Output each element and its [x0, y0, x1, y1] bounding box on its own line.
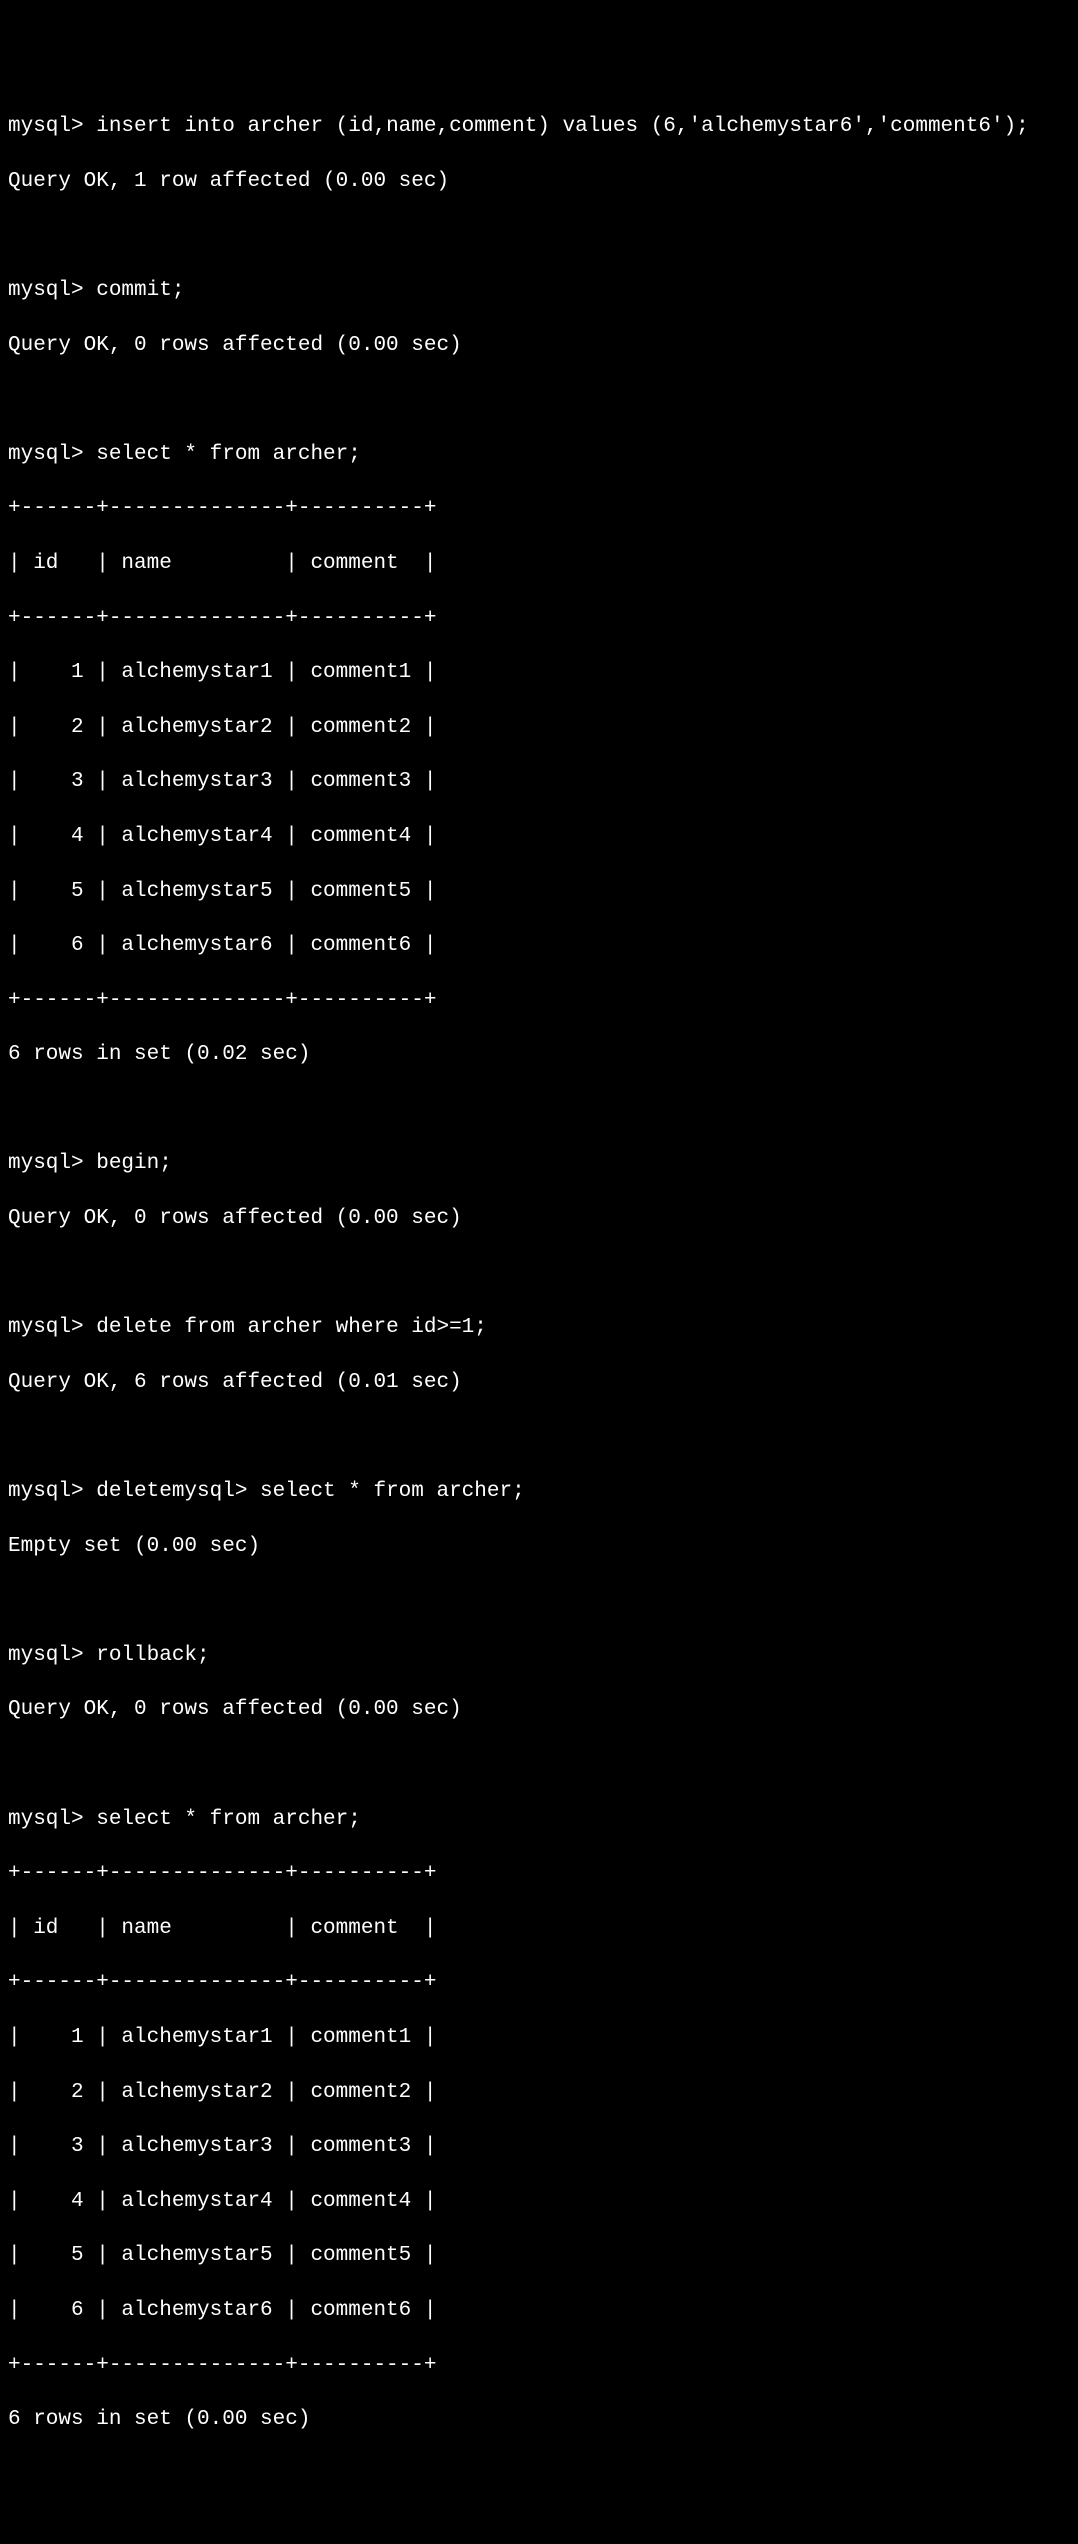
sql-command: select * from archer;	[96, 443, 361, 466]
table-border: +------+--------------+----------+	[8, 1969, 1070, 1996]
table-row: | 4 | alchemystar4 | comment4 |	[8, 2188, 1070, 2215]
mysql-prompt[interactable]: mysql>	[8, 443, 96, 466]
query-result: Query OK, 6 rows affected (0.01 sec)	[8, 1369, 1070, 1396]
table-row: | 4 | alchemystar4 | comment4 |	[8, 823, 1070, 850]
sql-command: delete from archer where id>=1;	[96, 1316, 487, 1339]
table-row: | 1 | alchemystar1 | comment1 |	[8, 659, 1070, 686]
mysql-prompt[interactable]: mysql>	[8, 279, 96, 302]
blank-line	[8, 222, 1070, 249]
terminal-line: mysql> begin;	[8, 1150, 1070, 1177]
rows-in-set: 6 rows in set (0.00 sec)	[8, 2406, 1070, 2433]
terminal-line: mysql> select * from archer;	[8, 1806, 1070, 1833]
table-header: | id | name | comment |	[8, 550, 1070, 577]
mysql-prompt[interactable]: mysql>	[8, 1316, 96, 1339]
table-row: | 5 | alchemystar5 | comment5 |	[8, 878, 1070, 905]
table-row: | 6 | alchemystar6 | comment6 |	[8, 2297, 1070, 2324]
table-border: +------+--------------+----------+	[8, 495, 1070, 522]
sql-command: insert into archer (id,name,comment) val…	[96, 115, 1029, 138]
mysql-prompt[interactable]: mysql>	[8, 1152, 96, 1175]
table-row: | 3 | alchemystar3 | comment3 |	[8, 768, 1070, 795]
sql-command: rollback;	[96, 1644, 209, 1667]
table-border: +------+--------------+----------+	[8, 605, 1070, 632]
sql-command: select * from archer;	[96, 1808, 361, 1831]
table-row: | 2 | alchemystar2 | comment2 |	[8, 2079, 1070, 2106]
mysql-prompt[interactable]: mysql>	[8, 115, 96, 138]
mysql-prompt[interactable]: mysql>	[8, 1480, 96, 1503]
query-result: Empty set (0.00 sec)	[8, 1533, 1070, 1560]
terminal-line: mysql> commit;	[8, 277, 1070, 304]
terminal-line: mysql> select * from archer;	[8, 441, 1070, 468]
query-result: Query OK, 1 row affected (0.00 sec)	[8, 168, 1070, 195]
terminal-line: mysql> rollback;	[8, 1642, 1070, 1669]
mysql-prompt[interactable]: mysql>	[8, 1644, 96, 1667]
blank-line	[8, 1751, 1070, 1778]
table-header: | id | name | comment |	[8, 1915, 1070, 1942]
query-result: Query OK, 0 rows affected (0.00 sec)	[8, 1205, 1070, 1232]
table-border: +------+--------------+----------+	[8, 987, 1070, 1014]
rows-in-set: 6 rows in set (0.02 sec)	[8, 1041, 1070, 1068]
terminal-line: mysql> delete from archer where id>=1;	[8, 1314, 1070, 1341]
table-border: +------+--------------+----------+	[8, 1860, 1070, 1887]
table-row: | 3 | alchemystar3 | comment3 |	[8, 2133, 1070, 2160]
blank-line	[8, 1423, 1070, 1450]
table-row: | 2 | alchemystar2 | comment2 |	[8, 714, 1070, 741]
query-result: Query OK, 0 rows affected (0.00 sec)	[8, 332, 1070, 359]
query-result: Query OK, 0 rows affected (0.00 sec)	[8, 1696, 1070, 1723]
blank-line	[8, 386, 1070, 413]
terminal-line: mysql> deletemysql> select * from archer…	[8, 1478, 1070, 1505]
blank-line	[8, 1587, 1070, 1614]
table-row: | 5 | alchemystar5 | comment5 |	[8, 2242, 1070, 2269]
sql-command: begin;	[96, 1152, 172, 1175]
mysql-prompt[interactable]: mysql>	[8, 1808, 96, 1831]
table-border: +------+--------------+----------+	[8, 2352, 1070, 2379]
blank-line	[8, 1096, 1070, 1123]
table-row: | 1 | alchemystar1 | comment1 |	[8, 2024, 1070, 2051]
sql-command: commit;	[96, 279, 184, 302]
blank-line	[8, 1260, 1070, 1287]
sql-command: deletemysql> select * from archer;	[96, 1480, 524, 1503]
terminal-line: mysql> insert into archer (id,name,comme…	[8, 113, 1070, 140]
table-row: | 6 | alchemystar6 | comment6 |	[8, 932, 1070, 959]
